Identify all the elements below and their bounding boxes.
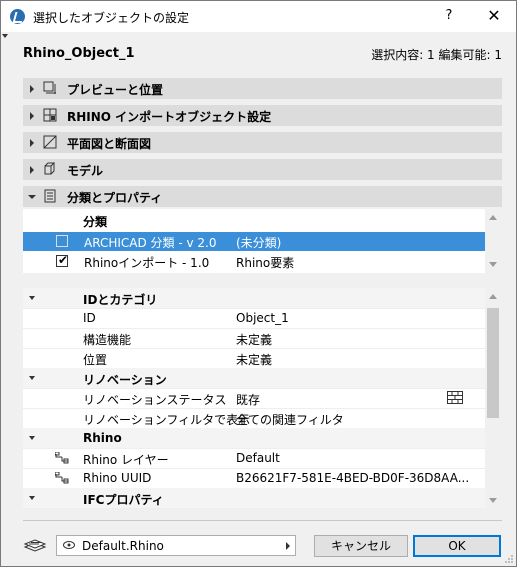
scroll-down-arrow-icon[interactable] bbox=[489, 498, 497, 503]
import-settings-icon bbox=[43, 108, 57, 122]
classification-name: Rhinoインポート - 1.0 bbox=[84, 256, 210, 270]
section-label: 平面図と断面図 bbox=[67, 137, 152, 151]
checkmark-icon: ✔ bbox=[58, 253, 69, 267]
property-row[interactable]: ID Object_1 bbox=[23, 308, 485, 329]
chevron-right-icon bbox=[286, 542, 290, 550]
panel-collapse-icon[interactable] bbox=[2, 34, 8, 38]
property-name: Rhino レイヤー bbox=[83, 453, 169, 467]
window-title: 選択したオブジェクトの設定 bbox=[33, 11, 190, 25]
classification-header: 分類 bbox=[83, 215, 108, 229]
properties-list: IDとカテゴリ ID Object_1 構造機能 未定義 位置 未定義 リノベー… bbox=[23, 288, 485, 509]
link-icon bbox=[55, 472, 69, 484]
link-icon bbox=[55, 452, 69, 464]
title-bar[interactable]: 選択したオブジェクトの設定 ? ✕ bbox=[1, 1, 516, 32]
chevron-down-icon bbox=[28, 195, 36, 199]
chevron-down-icon[interactable] bbox=[29, 296, 35, 300]
property-row[interactable]: リノベーションフィルタで表示 全ての関連フィルタ bbox=[23, 408, 485, 429]
properties-scrollbar[interactable] bbox=[485, 288, 501, 509]
cancel-button[interactable]: キャンセル bbox=[314, 535, 408, 557]
scroll-up-arrow-icon[interactable] bbox=[489, 294, 497, 299]
property-value[interactable]: Object_1 bbox=[236, 311, 289, 325]
property-group-row[interactable]: IDとカテゴリ bbox=[23, 288, 485, 309]
classification-checkbox[interactable] bbox=[56, 235, 68, 247]
model-cube-icon bbox=[44, 162, 56, 175]
scroll-up-arrow-icon[interactable] bbox=[489, 215, 497, 220]
close-button[interactable]: ✕ bbox=[484, 6, 504, 26]
chevron-right-icon bbox=[30, 85, 34, 93]
property-group-label: Rhino bbox=[83, 431, 122, 445]
classification-name: ARCHICAD 分類 - v 2.0 bbox=[84, 236, 217, 250]
property-name: リノベーションステータス bbox=[83, 393, 227, 407]
classification-checkbox[interactable]: ✔ bbox=[56, 253, 69, 267]
classification-list: 分類 ARCHICAD 分類 - v 2.0 (未分類) ✔ Rhinoインポー… bbox=[23, 209, 485, 273]
property-group-row[interactable]: Rhino bbox=[23, 428, 485, 449]
object-settings-dialog: 選択したオブジェクトの設定 ? ✕ Rhino_Object_1 選択内容: 1… bbox=[0, 0, 517, 567]
property-value[interactable]: 既存 bbox=[236, 391, 260, 408]
classification-row[interactable]: ✔ Rhinoインポート - 1.0 Rhino要素 bbox=[23, 252, 485, 271]
layer-dropdown[interactable]: Default.Rhino bbox=[56, 535, 296, 556]
section-preview-position[interactable]: プレビューと位置 bbox=[23, 78, 502, 99]
property-group-label: IFCプロパティ bbox=[83, 493, 164, 507]
property-group-label: リノベーション bbox=[83, 373, 167, 387]
property-row[interactable]: Rhino UUID B26621F7-581E-4BED-BD0F-36D8A… bbox=[23, 468, 485, 489]
property-group-row[interactable]: IFCプロパティ bbox=[23, 488, 485, 509]
section-label: RHINO インポートオブジェクト設定 bbox=[67, 110, 272, 124]
property-group-row[interactable]: リノベーション bbox=[23, 368, 485, 389]
property-name: 構造機能 bbox=[83, 333, 132, 347]
classification-scrollbar[interactable] bbox=[485, 209, 501, 273]
resize-grip-icon[interactable] bbox=[504, 554, 514, 564]
property-value[interactable]: 全ての関連フィルタ bbox=[236, 411, 344, 428]
property-name: Rhino UUID bbox=[83, 471, 152, 485]
property-row[interactable]: 構造機能 未定義 bbox=[23, 328, 485, 349]
classification-row[interactable]: ARCHICAD 分類 - v 2.0 (未分類) bbox=[23, 232, 485, 251]
property-value[interactable]: Default bbox=[236, 451, 280, 465]
scroll-down-arrow-icon[interactable] bbox=[489, 262, 497, 267]
footer-divider bbox=[23, 520, 502, 521]
preview-position-icon bbox=[43, 81, 56, 94]
classification-value: Rhino要素 bbox=[236, 256, 295, 270]
section-classification-properties[interactable]: 分類とプロパティ bbox=[23, 186, 502, 207]
property-name: 位置 bbox=[83, 353, 108, 367]
floor-plan-section-icon bbox=[43, 135, 57, 149]
object-name: Rhino_Object_1 bbox=[23, 46, 135, 61]
section-label: プレビューと位置 bbox=[67, 83, 164, 97]
section-label: 分類とプロパティ bbox=[67, 191, 163, 205]
layer-stack-icon bbox=[23, 539, 47, 552]
help-button[interactable]: ? bbox=[441, 6, 457, 26]
ok-button[interactable]: OK bbox=[413, 535, 501, 557]
section-label: モデル bbox=[67, 164, 104, 178]
chevron-down-icon[interactable] bbox=[29, 436, 35, 440]
section-rhino-import-settings[interactable]: RHINO インポートオブジェクト設定 bbox=[23, 105, 502, 126]
property-group-label: IDとカテゴリ bbox=[83, 293, 158, 307]
section-floor-plan-section[interactable]: 平面図と断面図 bbox=[23, 132, 502, 153]
property-row[interactable]: リノベーションステータス 既存 bbox=[23, 388, 485, 409]
property-name: ID bbox=[83, 311, 96, 325]
property-name: リノベーションフィルタで表示 bbox=[83, 413, 251, 427]
classification-value: (未分類) bbox=[236, 236, 282, 250]
scroll-thumb[interactable] bbox=[487, 308, 499, 418]
section-model[interactable]: モデル bbox=[23, 159, 502, 180]
chevron-right-icon bbox=[30, 139, 34, 147]
property-value[interactable]: B26621F7-581E-4BED-BD0F-36D8AA... bbox=[236, 471, 469, 485]
chevron-right-icon bbox=[30, 166, 34, 174]
property-row[interactable]: Rhino レイヤー Default bbox=[23, 448, 485, 469]
property-value[interactable]: 未定義 bbox=[236, 351, 272, 368]
classification-document-icon bbox=[44, 189, 56, 203]
brick-wall-icon bbox=[447, 391, 463, 404]
selection-info: 選択内容: 1 編集可能: 1 bbox=[371, 48, 502, 62]
chevron-right-icon bbox=[30, 112, 34, 120]
layer-value: Default.Rhino bbox=[82, 539, 164, 553]
archicad-app-icon bbox=[10, 9, 25, 24]
property-row[interactable]: 位置 未定義 bbox=[23, 348, 485, 369]
eye-icon bbox=[63, 541, 75, 549]
chevron-down-icon[interactable] bbox=[29, 376, 35, 380]
chevron-down-icon[interactable] bbox=[29, 496, 35, 500]
property-value[interactable]: 未定義 bbox=[236, 331, 272, 348]
